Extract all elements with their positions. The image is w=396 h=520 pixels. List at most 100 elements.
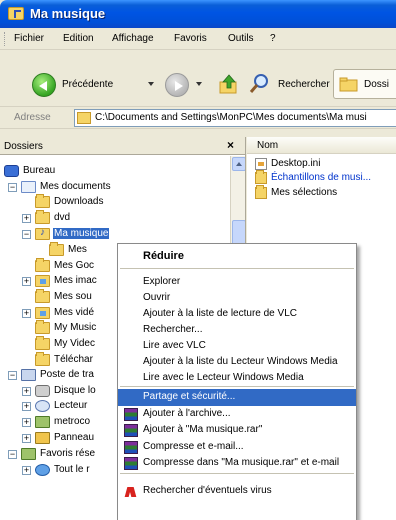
tree-node-label: Mes — [68, 244, 87, 255]
tree-node-label: Mes Goc — [54, 260, 95, 271]
context-menu-label: Ajouter à la liste du Lecteur Windows Me… — [143, 356, 338, 367]
up-folder-icon[interactable] — [218, 73, 240, 95]
tree-node[interactable]: − Mes documents — [0, 181, 230, 195]
folder-icon — [77, 112, 91, 124]
desktop-icon — [4, 165, 19, 177]
context-menu-item[interactable]: Ajouter à la liste de lecture de VLC — [118, 306, 356, 323]
back-dropdown-icon[interactable] — [148, 82, 154, 86]
folder-icon — [35, 258, 50, 272]
menu-fichier[interactable]: Fichier — [14, 33, 44, 44]
context-menu-item[interactable]: Compresse et e-mail... — [118, 439, 356, 456]
context-menu-item[interactable]: Ajouter à l'archive... — [118, 406, 356, 423]
antivirus-icon — [124, 485, 138, 498]
context-menu-item[interactable]: Ajouter à la liste du Lecteur Windows Me… — [118, 354, 356, 371]
collapse-icon[interactable]: − — [8, 371, 17, 380]
expand-icon[interactable]: + — [22, 466, 31, 475]
pictures-folder-icon — [35, 275, 50, 287]
tree-node-label: Favoris rése — [40, 448, 96, 459]
collapse-icon[interactable]: − — [8, 183, 17, 192]
tree-title: Dossiers — [4, 141, 43, 152]
toolbar-grip[interactable] — [4, 32, 7, 46]
title-bar[interactable]: Ma musique — [0, 0, 396, 28]
context-menu-item[interactable]: Réduire — [118, 248, 356, 265]
context-menu-item[interactable]: Compresse dans "Ma musique.rar" et e-mai… — [118, 455, 356, 472]
context-menu-label: Explorer — [143, 276, 181, 287]
context-menu-item[interactable]: Ajouter à "Ma musique.rar" — [118, 422, 356, 439]
folder-icon — [35, 210, 50, 224]
context-menu: Réduire Explorer Ouvrir Ajouter à la liste … — [117, 243, 357, 520]
folder-icon — [35, 289, 50, 303]
search-icon[interactable] — [248, 73, 270, 95]
context-menu-item[interactable]: Lire avec le Lecteur Windows Media — [118, 370, 356, 387]
globe-icon — [35, 464, 50, 476]
address-path: C:\Documents and Settings\MonPC\Mes docu… — [95, 112, 367, 123]
context-menu-label: Ajouter à la liste de lecture de VLC — [143, 308, 297, 319]
context-menu-label: Ajouter à "Ma musique.rar" — [143, 424, 263, 435]
context-menu-item[interactable]: Partage et sécurité... — [118, 389, 356, 406]
expand-icon[interactable]: + — [22, 309, 31, 318]
collapse-icon[interactable]: − — [22, 230, 31, 239]
menu-outils[interactable]: Outils — [228, 33, 254, 44]
folders-button[interactable]: Dossi — [333, 69, 396, 99]
expand-icon[interactable]: + — [22, 214, 31, 223]
computer-icon — [21, 369, 36, 381]
control-panel-icon — [35, 432, 50, 444]
tree-node[interactable]: + dvd — [0, 210, 230, 226]
tree-node-label: Bureau — [23, 165, 56, 176]
context-menu-label: Lire avec VLC — [143, 340, 206, 351]
context-menu-item[interactable]: Rechercher d'éventuels virus — [118, 483, 356, 500]
tree-node[interactable]: − Ma musique — [0, 227, 230, 242]
tree-node[interactable]: Bureau — [0, 165, 230, 179]
tree-node-label: metroco — [54, 416, 91, 427]
address-input[interactable]: C:\Documents and Settings\MonPC\Mes docu… — [74, 109, 396, 127]
file-label: Échantillons de musi... — [271, 172, 372, 183]
context-menu-item[interactable]: Explorer — [118, 274, 356, 291]
tree-node-label: Ma musique — [53, 228, 110, 239]
back-button[interactable] — [32, 73, 56, 97]
tree-node-label: dvd — [54, 212, 71, 223]
expand-icon[interactable]: + — [22, 277, 31, 286]
videos-folder-icon — [35, 307, 50, 319]
expand-icon[interactable]: + — [22, 387, 31, 396]
menu-affichage[interactable]: Affichage — [112, 33, 154, 44]
forward-arrow-icon — [175, 81, 183, 91]
shortcut-folder-icon — [255, 170, 267, 184]
folders-icon — [339, 77, 358, 92]
column-name-label: Nom — [257, 140, 279, 151]
context-menu-label: Compresse dans "Ma musique.rar" et e-mai… — [143, 457, 340, 468]
expand-icon[interactable]: + — [22, 434, 31, 443]
tree-node-label: Downloads — [54, 196, 104, 207]
tree-node[interactable]: Downloads — [0, 194, 230, 210]
network-places-icon — [21, 448, 36, 460]
winrar-icon — [124, 441, 138, 454]
tree-node-label: Disque lo — [54, 385, 96, 396]
file-label: Desktop.ini — [271, 158, 321, 169]
folders-label: Dossi — [364, 79, 390, 90]
context-menu-label: Compresse et e-mail... — [143, 441, 244, 452]
menu-help[interactable]: ? — [270, 33, 276, 44]
forward-button[interactable] — [165, 73, 189, 97]
expand-icon[interactable]: + — [22, 402, 31, 411]
tree-node-label: Tout le r — [54, 464, 90, 475]
window-title: Ma musique — [30, 6, 106, 21]
menu-favoris[interactable]: Favoris — [174, 33, 207, 44]
tree-node-label: My Videc — [54, 338, 95, 349]
tree-header: Dossiers × — [0, 137, 245, 155]
context-menu-item[interactable]: Lire avec VLC — [118, 338, 356, 355]
menu-edition[interactable]: Edition — [63, 33, 94, 44]
back-label[interactable]: Précédente — [62, 79, 113, 90]
context-menu-label: Rechercher... — [143, 324, 203, 335]
search-label[interactable]: Rechercher — [278, 79, 330, 90]
context-menu-item[interactable]: Rechercher... — [118, 322, 356, 339]
column-header-name[interactable]: Nom — [247, 137, 396, 154]
folder-icon — [35, 194, 50, 208]
forward-dropdown-icon[interactable] — [196, 82, 202, 86]
close-icon[interactable]: × — [227, 138, 234, 152]
collapse-icon[interactable]: − — [8, 450, 17, 459]
winrar-icon — [124, 424, 138, 437]
expand-icon[interactable]: + — [22, 418, 31, 427]
explorer-window: Ma musique Fichier Edition Affichage Fav… — [0, 0, 396, 520]
scroll-up-icon[interactable] — [232, 157, 245, 171]
tree-node-label: My Music — [54, 322, 97, 333]
context-menu-item[interactable]: Ouvrir — [118, 290, 356, 307]
